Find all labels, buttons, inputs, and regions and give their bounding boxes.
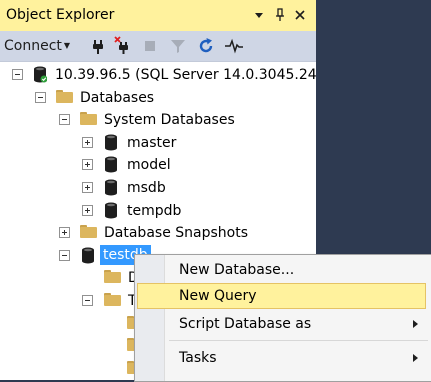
folder-icon bbox=[104, 293, 121, 306]
tree-node-tempdb[interactable]: tempdb bbox=[0, 200, 316, 222]
collapse-toggle-icon[interactable] bbox=[82, 295, 93, 306]
panel-title: Object Explorer bbox=[6, 7, 115, 23]
close-icon[interactable] bbox=[292, 6, 308, 24]
chevron-down-icon: ▼ bbox=[63, 41, 71, 50]
connect-dropdown-button[interactable]: Connect ▼ bbox=[4, 36, 70, 56]
menu-item-script-database-as[interactable]: Script Database as bbox=[137, 311, 426, 337]
tree-node-master[interactable]: master bbox=[0, 132, 316, 154]
object-explorer-toolbar: Connect ▼ bbox=[0, 31, 316, 62]
stop-icon bbox=[140, 36, 160, 56]
panel-title-bar: Object Explorer bbox=[0, 0, 316, 31]
expand-toggle-icon[interactable] bbox=[82, 182, 93, 193]
context-menu: New Database... New Query Script Databas… bbox=[134, 254, 431, 382]
folder-icon bbox=[80, 112, 97, 125]
activity-monitor-icon[interactable] bbox=[224, 36, 244, 56]
database-label: master bbox=[127, 135, 177, 151]
tree-node-databases[interactable]: Databases bbox=[0, 87, 316, 109]
database-label: model bbox=[127, 157, 171, 173]
database-label: msdb bbox=[127, 180, 166, 196]
pin-icon[interactable] bbox=[272, 6, 288, 24]
collapse-toggle-icon[interactable] bbox=[12, 69, 23, 80]
database-icon bbox=[81, 247, 95, 264]
database-icon bbox=[104, 179, 118, 196]
menu-item-label: Tasks bbox=[179, 350, 217, 366]
submenu-arrow-icon bbox=[413, 320, 418, 328]
tree-node-system-databases[interactable]: System Databases bbox=[0, 109, 316, 131]
collapse-toggle-icon[interactable] bbox=[59, 114, 70, 125]
databases-label: Databases bbox=[80, 90, 155, 106]
database-icon bbox=[104, 156, 118, 173]
folder-icon bbox=[104, 270, 121, 283]
database-snapshots-label: Database Snapshots bbox=[104, 225, 248, 241]
menu-item-label: Script Database as bbox=[179, 316, 312, 332]
folder-icon bbox=[56, 90, 73, 103]
connect-label: Connect bbox=[4, 38, 62, 54]
menu-item-new-query[interactable]: New Query bbox=[137, 283, 426, 309]
database-icon bbox=[104, 202, 118, 219]
menu-item-label: New Query bbox=[179, 288, 257, 304]
menu-item-tasks[interactable]: Tasks bbox=[137, 345, 426, 371]
menu-separator bbox=[169, 340, 428, 341]
tree-node-model[interactable]: model bbox=[0, 154, 316, 176]
chevron-down-icon[interactable] bbox=[251, 6, 267, 24]
collapse-toggle-icon[interactable] bbox=[35, 92, 46, 103]
expand-toggle-icon[interactable] bbox=[82, 205, 93, 216]
tree-node-server[interactable]: 10.39.96.5 (SQL Server 14.0.3045.24 - sq bbox=[0, 64, 316, 86]
menu-item-new-database[interactable]: New Database... bbox=[137, 257, 426, 283]
database-label: tempdb bbox=[127, 203, 182, 219]
expand-toggle-icon[interactable] bbox=[82, 137, 93, 148]
expand-toggle-icon[interactable] bbox=[82, 159, 93, 170]
expand-toggle-icon[interactable] bbox=[59, 227, 70, 238]
disconnect-plug-icon[interactable] bbox=[114, 36, 134, 56]
collapse-toggle-icon[interactable] bbox=[59, 250, 70, 261]
database-icon bbox=[104, 134, 118, 151]
menu-item-label: New Database... bbox=[179, 262, 295, 278]
server-label: 10.39.96.5 (SQL Server 14.0.3045.24 - sq bbox=[55, 67, 316, 83]
connect-plug-icon[interactable] bbox=[88, 36, 108, 56]
refresh-icon[interactable] bbox=[196, 36, 216, 56]
folder-icon bbox=[80, 225, 97, 238]
server-icon bbox=[33, 66, 48, 83]
tree-node-msdb[interactable]: msdb bbox=[0, 177, 316, 199]
filter-icon bbox=[168, 36, 188, 56]
submenu-arrow-icon bbox=[413, 354, 418, 362]
tree-node-database-snapshots[interactable]: Database Snapshots bbox=[0, 222, 316, 244]
system-databases-label: System Databases bbox=[104, 112, 235, 128]
